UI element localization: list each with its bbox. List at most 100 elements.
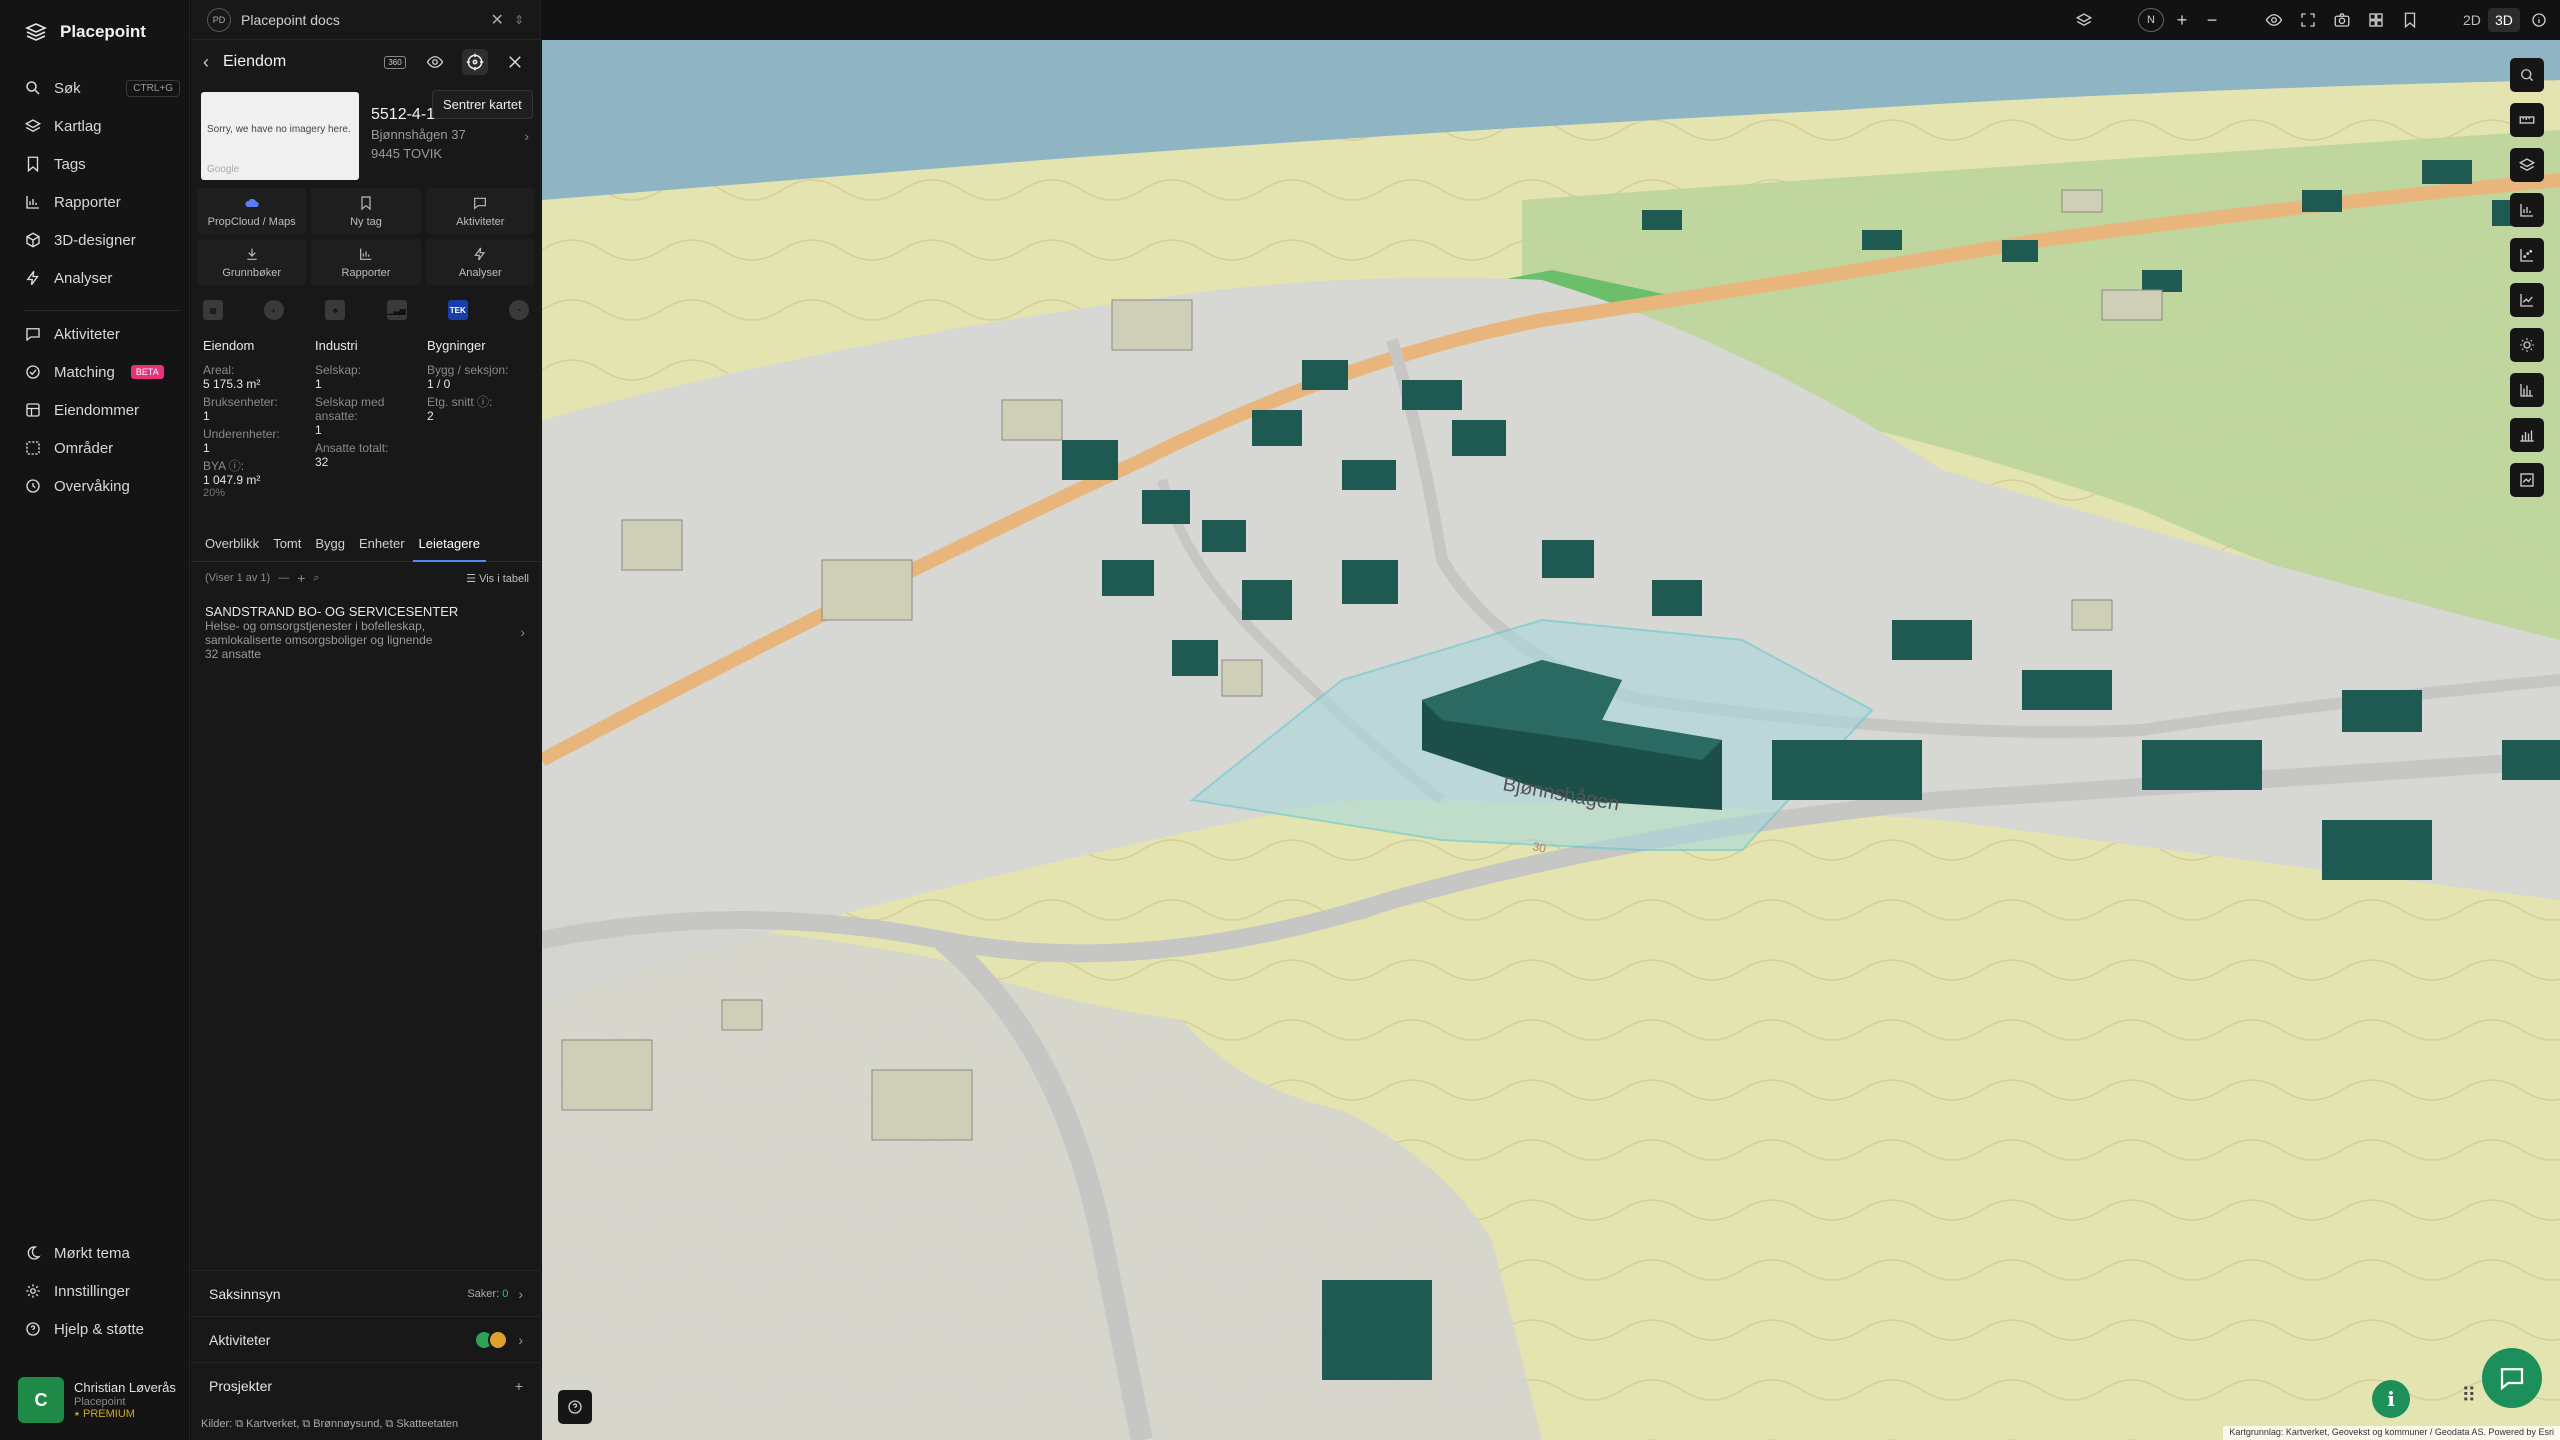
map-tool-button[interactable] bbox=[2510, 103, 2544, 137]
land-register-icon[interactable]: ▦ bbox=[203, 300, 223, 320]
add-icon[interactable]: + bbox=[297, 570, 305, 586]
nav-item-help[interactable]: Hjelp & støtte bbox=[24, 1315, 180, 1343]
building[interactable] bbox=[1252, 410, 1302, 446]
screenshot-button[interactable] bbox=[2330, 8, 2354, 32]
map-tool-button[interactable] bbox=[2510, 328, 2544, 362]
nav-item-kartlag[interactable]: Kartlag bbox=[24, 112, 180, 140]
chevron-updown-icon[interactable]: ⇕ bbox=[514, 13, 524, 27]
building[interactable] bbox=[2342, 690, 2422, 732]
building[interactable] bbox=[1452, 420, 1506, 456]
building[interactable] bbox=[871, 1069, 973, 1141]
map-info-button[interactable]: i bbox=[2372, 1380, 2410, 1418]
bookmark-button[interactable] bbox=[2398, 8, 2422, 32]
nav-item-matching[interactable]: Matching BETA bbox=[24, 358, 180, 386]
compass-button[interactable]: N bbox=[2138, 8, 2164, 32]
brand[interactable]: Placepoint bbox=[24, 20, 146, 44]
tab-enheter[interactable]: Enheter bbox=[353, 532, 411, 562]
prosjekter-section[interactable]: Prosjekter + bbox=[191, 1362, 541, 1408]
street-view-button[interactable]: 360 bbox=[382, 49, 408, 75]
building[interactable] bbox=[1111, 299, 1193, 351]
tab-tomt[interactable]: Tomt bbox=[267, 532, 307, 562]
nav-item-eiendommer[interactable]: Eiendommer bbox=[24, 396, 180, 424]
search-icon[interactable]: ⌕ bbox=[313, 572, 319, 585]
building[interactable] bbox=[621, 519, 683, 571]
add-project-icon[interactable]: + bbox=[515, 1378, 523, 1394]
map-canvas[interactable]: Bjønnshågen 30 bbox=[542, 40, 2560, 1440]
reports-button[interactable]: Rapporter bbox=[311, 239, 421, 285]
building[interactable] bbox=[821, 559, 913, 621]
tab-leietagere[interactable]: Leietagere bbox=[412, 532, 486, 562]
building[interactable] bbox=[2142, 270, 2182, 292]
industry-icon[interactable]: ♣ bbox=[325, 300, 346, 320]
document-tab[interactable]: PD Placepoint docs ✕ ⇕ bbox=[191, 0, 540, 40]
building[interactable] bbox=[1242, 580, 1292, 620]
zoom-in-button[interactable]: + bbox=[2172, 8, 2192, 32]
map-view[interactable]: Bjønnshågen 30 i ⠿ Kartgrunnlag: Kartver… bbox=[542, 40, 2560, 1440]
globe-icon[interactable]: ◐ bbox=[264, 300, 285, 320]
nav-item-analyser[interactable]: Analyser bbox=[24, 264, 180, 292]
map-tool-button[interactable] bbox=[2510, 373, 2544, 407]
building[interactable] bbox=[1342, 460, 1396, 490]
building[interactable] bbox=[1342, 560, 1398, 604]
zoom-out-button[interactable]: − bbox=[2202, 8, 2222, 32]
building[interactable] bbox=[2502, 740, 2560, 780]
building[interactable] bbox=[1402, 380, 1462, 410]
building[interactable] bbox=[1302, 360, 1348, 390]
layers-toggle-button[interactable] bbox=[2072, 8, 2096, 32]
tek-icon[interactable]: TEK bbox=[447, 300, 468, 320]
bar-levels-icon[interactable]: ▁▃▅ bbox=[386, 300, 407, 320]
building[interactable] bbox=[2022, 670, 2112, 710]
map-tool-button[interactable] bbox=[2510, 193, 2544, 227]
building[interactable] bbox=[1772, 740, 1922, 800]
aktiviteter-section[interactable]: Aktiviteter › bbox=[191, 1316, 541, 1362]
fullscreen-button[interactable] bbox=[2296, 8, 2320, 32]
visibility-button[interactable] bbox=[2262, 8, 2286, 32]
nav-item-dark-theme[interactable]: Mørkt tema bbox=[24, 1239, 180, 1267]
drag-handle-icon[interactable]: ⠿ bbox=[2461, 1383, 2476, 1408]
building[interactable] bbox=[1221, 659, 1263, 697]
building[interactable] bbox=[1892, 620, 1972, 660]
map-tool-button[interactable] bbox=[2510, 148, 2544, 182]
grid-button[interactable] bbox=[2364, 8, 2388, 32]
close-tab-icon[interactable]: ✕ bbox=[491, 10, 504, 30]
building[interactable] bbox=[561, 1039, 653, 1111]
propcloud-button[interactable]: PropCloud / Maps bbox=[197, 188, 307, 234]
building[interactable] bbox=[721, 999, 763, 1031]
map-tool-button[interactable] bbox=[2510, 418, 2544, 452]
building[interactable] bbox=[2422, 160, 2472, 184]
land-registry-button[interactable]: Grunnbøker bbox=[197, 239, 307, 285]
table-view-button[interactable]: ☰ Vis i tabell bbox=[466, 572, 529, 585]
building[interactable] bbox=[2302, 190, 2342, 212]
activities-button[interactable]: Aktiviteter bbox=[425, 188, 535, 234]
collapse-icon[interactable]: — bbox=[278, 572, 289, 584]
building[interactable] bbox=[1642, 210, 1682, 230]
info-button[interactable] bbox=[2528, 8, 2550, 32]
center-map-button[interactable] bbox=[462, 49, 488, 75]
nav-item-overvaking[interactable]: Overvåking bbox=[24, 472, 180, 500]
analyses-button[interactable]: Analyser bbox=[425, 239, 535, 285]
nav-item-3d-designer[interactable]: 3D-designer bbox=[24, 226, 180, 254]
building[interactable] bbox=[2071, 599, 2113, 631]
building[interactable] bbox=[2142, 740, 2262, 790]
nav-item-settings[interactable]: Innstillinger bbox=[24, 1277, 180, 1305]
tab-bygg[interactable]: Bygg bbox=[309, 532, 351, 562]
building[interactable] bbox=[1142, 490, 1190, 524]
pie-icon[interactable]: ◔ bbox=[508, 300, 529, 320]
list-item[interactable]: SANDSTRAND BO- OG SERVICESENTER Helse- o… bbox=[205, 604, 529, 661]
building[interactable] bbox=[2002, 240, 2038, 262]
map-tool-button[interactable] bbox=[2510, 283, 2544, 317]
nav-item-aktiviteter[interactable]: Aktiviteter bbox=[24, 320, 180, 348]
user-profile[interactable]: C Christian Løverås Placepoint ⭑ PREMIUM bbox=[18, 1374, 180, 1426]
building[interactable] bbox=[2322, 820, 2432, 880]
building[interactable] bbox=[1542, 540, 1594, 578]
building[interactable] bbox=[1001, 399, 1063, 441]
map-tool-button[interactable] bbox=[2510, 58, 2544, 92]
chat-button[interactable] bbox=[2482, 1348, 2542, 1408]
building[interactable] bbox=[1062, 440, 1118, 480]
mode-2d-button[interactable]: 2D bbox=[2456, 8, 2488, 32]
building[interactable] bbox=[1322, 1280, 1432, 1380]
street-imagery-thumbnail[interactable]: Sorry, we have no imagery here. Google bbox=[201, 92, 359, 180]
nav-item-rapporter[interactable]: Rapporter bbox=[24, 188, 180, 216]
tab-overblikk[interactable]: Overblikk bbox=[199, 532, 265, 562]
building[interactable] bbox=[2101, 289, 2163, 321]
